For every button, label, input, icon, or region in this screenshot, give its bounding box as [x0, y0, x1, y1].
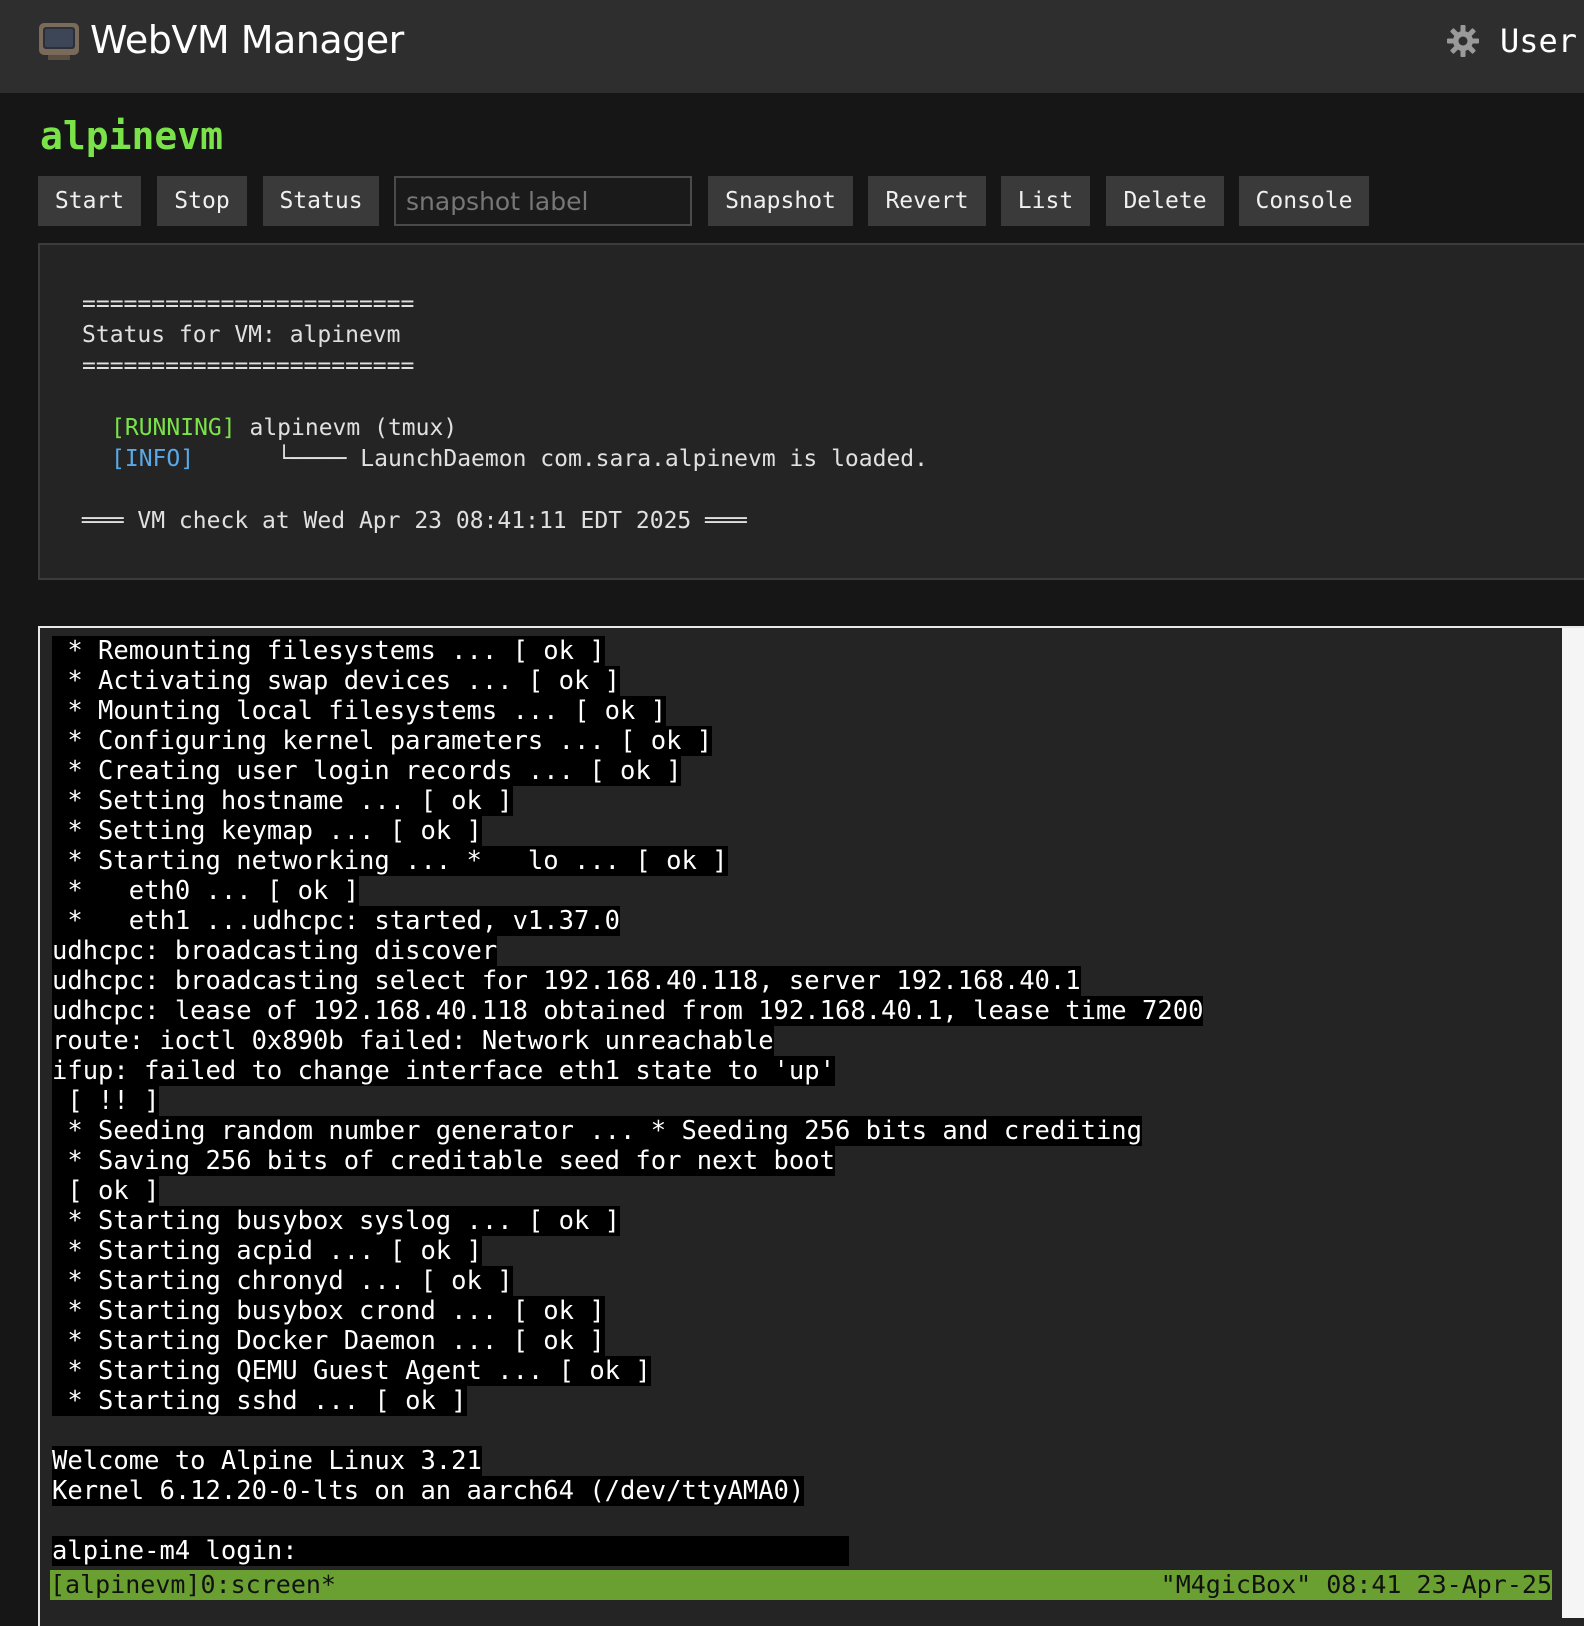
terminal-line-text: * Starting acpid ... [ ok ] [52, 1236, 482, 1266]
terminal-line: udhcpc: broadcasting select for 192.168.… [52, 966, 1203, 996]
running-text: alpinevm (tmux) [235, 415, 458, 441]
terminal-line: * Starting QEMU Guest Agent ... [ ok ] [52, 1356, 1203, 1386]
vm-name-heading: alpinevm [40, 114, 224, 158]
terminal-output: * Remounting filesystems ... [ ok ] * Ac… [52, 636, 1204, 1566]
info-text: └──── LaunchDaemon com.sara.alpinevm is … [194, 446, 928, 472]
gear-icon[interactable] [1446, 24, 1480, 62]
stop-button[interactable]: Stop [157, 176, 247, 226]
terminal-line: * Saving 256 bits of creditable seed for… [52, 1146, 1203, 1176]
terminal-line-text: * Starting busybox crond ... [ ok ] [52, 1296, 605, 1326]
terminal-line-text: * Starting Docker Daemon ... [ ok ] [52, 1326, 605, 1356]
terminal-line-text: * Starting busybox syslog ... [ ok ] [52, 1206, 621, 1236]
revert-button[interactable]: Revert [868, 176, 986, 226]
terminal-line-text: * Setting keymap ... [ ok ] [52, 816, 482, 846]
terminal-line-text: * Saving 256 bits of creditable seed for… [52, 1146, 835, 1176]
terminal-line: alpine-m4 login: [52, 1536, 1203, 1566]
screen-window-label: [alpinevm]0:screen* [50, 1570, 336, 1599]
separator-line: ======================== [82, 291, 415, 317]
running-tag: [RUNNING] [111, 415, 236, 441]
separator-line: ======================== [82, 353, 415, 379]
terminal-line: * Setting hostname ... [ ok ] [52, 786, 1203, 816]
terminal-line: * Creating user login records ... [ ok ] [52, 756, 1203, 786]
terminal-line: * Setting keymap ... [ ok ] [52, 816, 1203, 846]
terminal-line-text: * Setting hostname ... [ ok ] [52, 786, 513, 816]
terminal-line: * Starting networking ... * lo ... [ ok … [52, 846, 1203, 876]
app-title: WebVM Manager [90, 18, 404, 62]
terminal-line-text: * Starting sshd ... [ ok ] [52, 1386, 467, 1416]
vm-console-terminal[interactable]: * Remounting filesystems ... [ ok ] * Ac… [38, 626, 1584, 1626]
terminal-line: * Configuring kernel parameters ... [ ok… [52, 726, 1203, 756]
terminal-line: * Mounting local filesystems ... [ ok ] [52, 696, 1203, 726]
status-button[interactable]: Status [263, 176, 379, 226]
terminal-line-text: Kernel 6.12.20-0-lts on an aarch64 (/dev… [52, 1476, 805, 1506]
terminal-line-text: ifup: failed to change interface eth1 st… [52, 1056, 835, 1086]
terminal-line: * Starting acpid ... [ ok ] [52, 1236, 1203, 1266]
terminal-line: * Starting busybox syslog ... [ ok ] [52, 1206, 1203, 1236]
terminal-line-text: Welcome to Alpine Linux 3.21 [52, 1446, 482, 1476]
snapshot-label-input[interactable] [394, 176, 692, 226]
terminal-line-text: * Creating user login records ... [ ok ] [52, 756, 682, 786]
snapshot-button[interactable]: Snapshot [708, 176, 853, 226]
terminal-line: * Starting Docker Daemon ... [ ok ] [52, 1326, 1203, 1356]
terminal-line: [ !! ] [52, 1086, 1203, 1116]
terminal-line-text: udhcpc: broadcasting discover [52, 936, 498, 966]
console-button[interactable]: Console [1239, 176, 1369, 226]
user-menu[interactable]: User [1500, 22, 1577, 60]
top-bar: WebVM Manager User [0, 0, 1584, 93]
terminal-line-text: * Remounting filesystems ... [ ok ] [52, 636, 605, 666]
terminal-line-text: [ ok ] [52, 1176, 160, 1206]
computer-monitor-icon [38, 20, 80, 66]
terminal-line-text: * Seeding random number generator ... * … [52, 1116, 1143, 1146]
running-status-line: [RUNNING] alpinevm (tmux) [111, 415, 457, 441]
start-button[interactable]: Start [38, 176, 141, 226]
terminal-line: * eth1 ...udhcpc: started, v1.37.0 [52, 906, 1203, 936]
terminal-line: udhcpc: lease of 192.168.40.118 obtained… [52, 996, 1204, 1026]
info-tag: [INFO] [111, 446, 195, 472]
terminal-line: route: ioctl 0x890b failed: Network unre… [52, 1026, 1203, 1056]
list-button[interactable]: List [1001, 176, 1090, 226]
info-status-line: [INFO] └──── LaunchDaemon com.sara.alpin… [111, 446, 928, 472]
terminal-line: * Remounting filesystems ... [ ok ] [52, 636, 1203, 666]
delete-button[interactable]: Delete [1106, 176, 1224, 226]
terminal-line-text: * Starting QEMU Guest Agent ... [ ok ] [52, 1356, 651, 1386]
terminal-line-text: udhcpc: lease of 192.168.40.118 obtained… [52, 996, 1204, 1026]
terminal-line-text: udhcpc: broadcasting select for 192.168.… [52, 966, 1081, 996]
terminal-cursor-line[interactable] [313, 1536, 849, 1566]
screen-status-bar: [alpinevm]0:screen* "M4gicBox" 08:41 23-… [50, 1570, 1552, 1600]
terminal-line-text: * Starting networking ... * lo ... [ ok … [52, 846, 728, 876]
console-scrollbar[interactable] [1562, 628, 1584, 1618]
terminal-cursor [313, 1536, 326, 1562]
screen-host-time: "M4gicBox" 08:41 23-Apr-25 [1160, 1570, 1552, 1599]
status-title: Status for VM: alpinevm [82, 322, 401, 348]
terminal-line-text: * Configuring kernel parameters ... [ ok… [52, 726, 713, 756]
status-output-panel: ======================== Status for VM: … [38, 243, 1584, 580]
terminal-line: udhcpc: broadcasting discover [52, 936, 1203, 966]
terminal-line: Welcome to Alpine Linux 3.21 [52, 1446, 1203, 1476]
terminal-line: * Starting chronyd ... [ ok ] [52, 1266, 1203, 1296]
vm-check-line: ═══ VM check at Wed Apr 23 08:41:11 EDT … [82, 508, 747, 534]
terminal-line-text: * Activating swap devices ... [ ok ] [52, 666, 621, 696]
terminal-line: * eth0 ... [ ok ] [52, 876, 1203, 906]
terminal-line-text: * eth1 ...udhcpc: started, v1.37.0 [52, 906, 621, 936]
terminal-line-text: [ !! ] [52, 1086, 160, 1116]
terminal-line: * Seeding random number generator ... * … [52, 1116, 1203, 1146]
terminal-line: ifup: failed to change interface eth1 st… [52, 1056, 1203, 1086]
terminal-line: * Starting sshd ... [ ok ] [52, 1386, 1203, 1416]
terminal-line: [ ok ] [52, 1176, 1203, 1206]
terminal-line: * Activating swap devices ... [ ok ] [52, 666, 1203, 696]
terminal-line-text: * Starting chronyd ... [ ok ] [52, 1266, 513, 1296]
terminal-line-text: route: ioctl 0x890b failed: Network unre… [52, 1026, 774, 1056]
terminal-line: * Starting busybox crond ... [ ok ] [52, 1296, 1203, 1326]
terminal-line-text: * Mounting local filesystems ... [ ok ] [52, 696, 667, 726]
terminal-line: Kernel 6.12.20-0-lts on an aarch64 (/dev… [52, 1476, 1203, 1506]
terminal-line-text: * eth0 ... [ ok ] [52, 876, 360, 906]
terminal-line-text: alpine-m4 login: [52, 1536, 313, 1566]
